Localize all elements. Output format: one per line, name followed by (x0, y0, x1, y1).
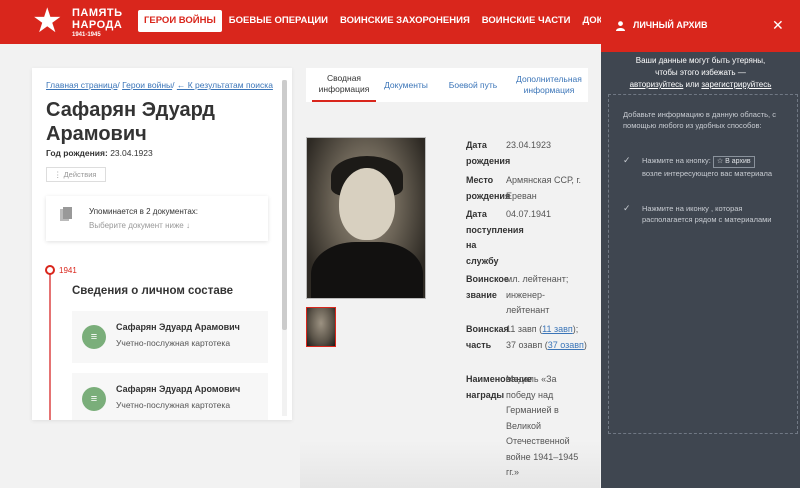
tab-summary[interactable]: Сводная информация (312, 68, 376, 102)
nav-burials[interactable]: ВОИНСКИЕ ЗАХОРОНЕНИЯ (334, 10, 476, 32)
warning-line1: Ваши данные могут быть утеряны, (635, 56, 766, 65)
tab-documents[interactable]: Документы (378, 68, 434, 102)
document-card-icon: ≡ (82, 325, 106, 349)
breadcrumb: Главная страница/ Герои войны/ ← К резул… (46, 80, 273, 90)
person-sidebar-card: Главная страница/ Герои войны/ ← К резул… (32, 68, 292, 420)
actions-button[interactable]: ⋮ Действия (46, 167, 106, 182)
rank-value: мл. лейтенант; инженер-лейтенант (506, 274, 569, 315)
check-icon: ✓ (623, 155, 631, 165)
timeline-dot (45, 265, 55, 275)
breadcrumb-back-to-results[interactable]: ← К результатам поиска (177, 80, 273, 90)
login-link[interactable]: авторизуйтесь (630, 80, 684, 89)
tab-combat-path[interactable]: Боевой путь (442, 68, 504, 102)
person-name: Сафарян Эдуард Арамович (46, 99, 215, 145)
site-logo[interactable]: ★ ПАМЯТЬ НАРОДА 1941-1945 (32, 4, 127, 42)
logo-years: 1941-1945 (72, 32, 101, 38)
award-label: Наименование награды (466, 374, 533, 400)
birth-date-value: 23.04.1923 (506, 140, 552, 150)
register-link[interactable]: зарегистрируйтесь (701, 80, 771, 89)
archive-step-1-text: Нажмите на кнопку: ☆ В архив возле интере… (642, 156, 773, 178)
document-card[interactable]: ≡ Сафарян Эдуард Арамович Учетно-послужн… (72, 311, 268, 363)
breadcrumb-home[interactable]: Главная страница (46, 80, 117, 90)
archive-intro: Добавьте информацию в данную область, с … (623, 110, 776, 130)
archive-warning: Ваши данные могут быть утеряны, чтобы эт… (601, 55, 800, 91)
document-card-type: Учетно-послужная картотека (116, 400, 231, 410)
birth-year-value: 23.04.1923 (110, 148, 153, 158)
rank-label: Воинское звание (466, 274, 509, 300)
close-icon[interactable]: ✕ (772, 17, 784, 34)
person-photo[interactable] (306, 137, 426, 299)
unit-link-11[interactable]: 11 завп (542, 324, 573, 334)
timeline-line (49, 268, 51, 420)
birth-year: Год рождения: 23.04.1923 (46, 148, 153, 158)
warning-line2: чтобы этого избежать — (655, 68, 746, 77)
breadcrumb-heroes[interactable]: Герои войны (122, 80, 172, 90)
to-archive-button[interactable]: ☆ В архив (712, 156, 755, 168)
archive-dropzone: Добавьте информацию в данную область, с … (608, 94, 798, 434)
mentions-box: Упоминается в 2 документах: Выберите док… (46, 196, 268, 241)
info-tabs: Сводная информация Документы Боевой путь… (306, 68, 588, 102)
warning-line3: авторизуйтесь или зарегистрируйтесь (629, 80, 772, 89)
photo-thumbnail[interactable] (306, 307, 336, 347)
mentions-title: Упоминается в 2 документах: (89, 207, 199, 216)
document-card-icon: ≡ (82, 387, 106, 411)
nav-operations[interactable]: БОЕВЫЕ ОПЕРАЦИИ (223, 10, 334, 32)
sidebar-scrollbar-thumb[interactable] (282, 80, 287, 330)
birth-date-label: Дата рождения (466, 140, 511, 166)
document-card-name: Сафарян Эдуард Арамович (116, 322, 240, 332)
mentions-hint: Выберите документ ниже ↓ (89, 221, 190, 230)
section-title: Сведения о личном составе (72, 285, 234, 297)
enlist-date-value: 04.07.1941 (506, 209, 552, 219)
unit-label: Воинская часть (466, 324, 509, 350)
unit-value: 11 завп (11 завп); 37 озавп (37 озавп) (506, 324, 587, 350)
enlist-date-label: Дата поступления на службу (466, 209, 524, 266)
award-value: Медаль «За победу над Германией в Велико… (506, 374, 579, 477)
document-card-name: Сафарян Эдуард Аромович (116, 384, 241, 394)
check-icon: ✓ (623, 203, 631, 213)
tab-additional-info[interactable]: Дополнительная информация (510, 68, 588, 102)
nav-heroes[interactable]: ГЕРОИ ВОЙНЫ (138, 10, 222, 32)
unit-link-37[interactable]: 37 озавп (548, 340, 584, 350)
document-card-type: Учетно-послужная картотека (116, 338, 231, 348)
personal-archive-panel: ЛИЧНЫЙ АРХИВ ✕ Ваши данные могут быть ут… (601, 0, 800, 488)
timeline-year: 1941 (59, 266, 77, 275)
document-card[interactable]: ≡ Сафарян Эдуард Аромович Учетно-послужн… (72, 373, 268, 420)
birthplace-value: Армянская ССР, г. Ереван (506, 175, 582, 201)
logo-text-line1: ПАМЯТЬ (72, 7, 123, 19)
user-icon (616, 21, 625, 31)
nav-units[interactable]: ВОИНСКИЕ ЧАСТИ (476, 10, 577, 32)
logo-text-line2: НАРОДА (72, 19, 123, 31)
documents-icon (60, 207, 72, 221)
archive-title: ЛИЧНЫЙ АРХИВ (633, 20, 708, 30)
birthplace-label: Место рождения (466, 175, 511, 201)
star-logo-icon: ★ (32, 2, 63, 40)
birth-year-label: Год рождения: (46, 148, 108, 158)
archive-header: ЛИЧНЫЙ АРХИВ ✕ (601, 0, 800, 52)
archive-step-2-text: Нажмите на иконку , которая располагаетс… (642, 204, 772, 224)
